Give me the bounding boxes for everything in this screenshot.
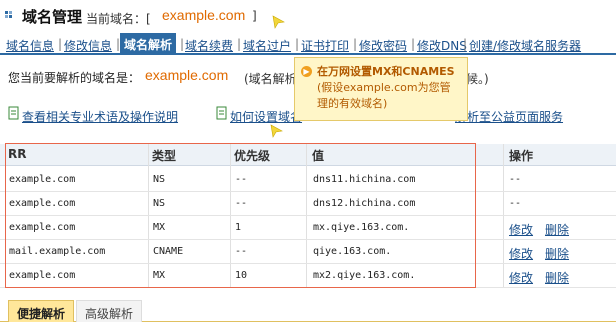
current-domain-bracket: ] [252, 9, 257, 23]
nav-item-domain-info[interactable]: 域名信息 [6, 37, 54, 54]
nav-separator: | [353, 37, 358, 51]
how-to-link[interactable]: 如何设置域名 [230, 108, 302, 125]
page-title: 域名管理 [22, 8, 83, 26]
cursor-arrow-icon [272, 15, 285, 29]
current-domain-label: 当前域名：[ [86, 12, 151, 26]
help-tooltip: ▶ 在万网设置MX和CNAMES (假设example.com为您管理的有效域名… [294, 57, 468, 121]
current-domain: example.com [162, 7, 246, 23]
resolve-mode-tabs: 便捷解析 高级解析 [0, 296, 616, 322]
play-circle-icon: ▶ [301, 66, 312, 77]
tab-quick-resolve[interactable]: 便捷解析 [8, 300, 75, 322]
tab-advanced-resolve[interactable]: 高级解析 [76, 300, 143, 322]
resolve-note-left: (域名解析 [244, 72, 297, 86]
nav-item-password[interactable]: 修改密码 [359, 37, 407, 54]
nav-item-nameserver[interactable]: 创建/修改域名服务器 [469, 37, 581, 54]
resolve-note-right: 候。) [466, 72, 489, 86]
delete-record-button[interactable]: 删除 [545, 221, 569, 238]
nav-item-edit-info[interactable]: 修改信息 [64, 37, 112, 54]
nav-separator: | [463, 37, 468, 51]
highlight-frame [5, 143, 476, 288]
column-header-action: 操作 [509, 149, 534, 163]
document-icon [8, 106, 19, 120]
domain-nav: 域名信息 | 修改信息 | 域名解析 | 域名续费 | 域名过户 | 证书打印 … [0, 33, 616, 55]
public-page-link[interactable]: 解析至公益页面服务 [455, 108, 563, 125]
nav-separator: | [411, 37, 416, 51]
nav-item-renew[interactable]: 域名续费 [185, 37, 233, 54]
delete-record-button[interactable]: 删除 [545, 245, 569, 262]
tooltip-title: 在万网设置MX和CNAMES [317, 65, 455, 78]
help-link[interactable]: 查看相关专业术语及操作说明 [22, 108, 178, 125]
edit-record-button[interactable]: 修改 [509, 269, 533, 286]
edit-record-button[interactable]: 修改 [509, 245, 533, 262]
page-header: 域名管理 当前域名：[ example.com ] [0, 0, 616, 33]
nav-item-transfer[interactable]: 域名过户 [243, 37, 291, 54]
nav-separator: | [180, 37, 185, 51]
triangle-icon [5, 11, 12, 18]
resolve-domain-label: 您当前要解析的域名是： [8, 71, 141, 85]
tooltip-body: (假设example.com为您管理的有效域名) [317, 81, 451, 110]
nav-separator: | [237, 37, 242, 51]
cursor-arrow-icon [270, 124, 283, 138]
cell-action: -- [509, 198, 522, 209]
nav-item-edit-dns[interactable]: 修改DNS [417, 37, 467, 54]
nav-item-certificate[interactable]: 证书打印 [301, 37, 349, 54]
nav-separator: | [58, 37, 63, 51]
nav-item-dns-resolve[interactable]: 域名解析 [120, 33, 177, 55]
cell-action: -- [509, 174, 522, 185]
delete-record-button[interactable]: 删除 [545, 269, 569, 286]
nav-separator: | [295, 37, 300, 51]
resolve-domain: example.com [145, 67, 229, 83]
edit-record-button[interactable]: 修改 [509, 221, 533, 238]
document-icon [216, 106, 227, 120]
